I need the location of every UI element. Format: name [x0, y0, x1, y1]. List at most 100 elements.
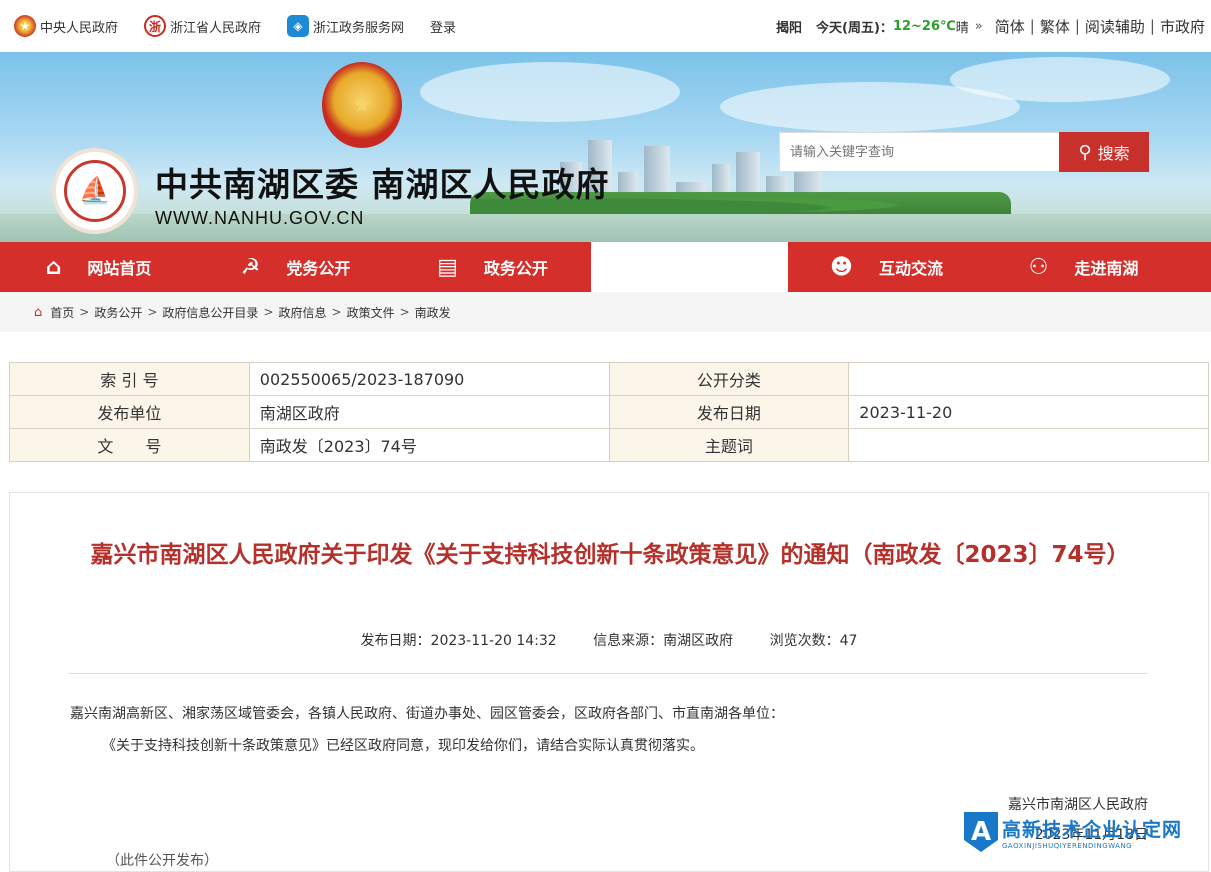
- article-publish-time: 发布日期：2023-11-20 14:32: [360, 633, 557, 649]
- article-title: 嘉兴市南湖区人民政府关于印发《关于支持科技创新十条政策意见》的通知（南政发〔20…: [90, 542, 1130, 568]
- traditional-link[interactable]: 繁体: [1040, 16, 1070, 37]
- main-nav: ⌂ 网站首页 ☭ 党务公开 ▤ 政务公开 ☻ 互动交流 ⚇ 走进南湖: [0, 242, 1211, 292]
- publisher-key: 发布单位: [9, 395, 250, 429]
- category-key: 公开分类: [608, 362, 850, 396]
- interaction-icon: ☻: [830, 254, 853, 280]
- breadcrumb-separator: >: [147, 305, 158, 319]
- search-box: ⚲ 搜索: [779, 132, 1149, 172]
- table-row: 文 号 南政发〔2023〕74号 主题词: [9, 428, 1209, 462]
- publish-date-value: 2023-11-20: [848, 395, 1209, 429]
- simplified-link[interactable]: 简体: [995, 16, 1025, 37]
- cloud: [950, 57, 1170, 102]
- nav-about-label: 走进南湖: [1074, 259, 1139, 278]
- zhejiang-service-link[interactable]: ◈ 浙江政务服务网: [287, 15, 404, 37]
- search-input[interactable]: [779, 132, 1059, 172]
- weather-condition: 晴: [955, 20, 969, 36]
- divider: [68, 673, 1148, 674]
- watermark-badge: A: [964, 812, 998, 852]
- watermark-title: 高新技术企业认定网: [1002, 818, 1183, 841]
- nav-party-label: 党务公开: [286, 259, 351, 278]
- national-emblem: ★: [322, 62, 402, 148]
- nav-interaction[interactable]: ☻ 互动交流: [788, 242, 985, 292]
- breadcrumb-item[interactable]: 南政发: [415, 304, 451, 321]
- nav-interaction-label: 互动交流: [878, 259, 943, 278]
- breadcrumb-separator: >: [331, 305, 342, 319]
- nav-party-affairs[interactable]: ☭ 党务公开: [197, 242, 394, 292]
- article-addressee: 嘉兴南湖高新区、湘家荡区域管委会，各镇人民政府、街道办事处、园区管委会，区政府各…: [70, 706, 784, 722]
- home-icon: ⌂: [34, 304, 43, 320]
- weather-city: 揭阳: [776, 20, 803, 36]
- article-meta: 发布日期：2023-11-20 14:32 信息来源：南湖区政府 浏览次数：47: [10, 630, 1208, 650]
- search-button[interactable]: ⚲ 搜索: [1059, 132, 1149, 172]
- party-icon: ☭: [240, 254, 261, 280]
- document-number-key: 文 号: [9, 428, 250, 462]
- watermark-subtitle: GAOXINJISHUQIYERENDINGWANG: [1002, 841, 1133, 850]
- article-views: 浏览次数：47: [769, 633, 858, 649]
- weather-more-icon[interactable]: »: [975, 19, 983, 34]
- category-value: [848, 362, 1209, 396]
- top-right: 揭阳 今天(周五)： 12~26℃ 晴 » 简体 | 繁体 | 阅读辅助 | 市…: [776, 16, 1205, 37]
- article-body: 《关于支持科技创新十条政策意见》已经区政府同意，现印发给你们，请结合实际认真贯彻…: [102, 738, 704, 754]
- site-url: WWW.NANHU.GOV.CN: [155, 208, 365, 228]
- breadcrumb-separator: >: [263, 305, 274, 319]
- weather-temp: 12~26℃: [892, 18, 956, 34]
- home-icon: ⌂: [45, 254, 62, 280]
- nav-blank-tab[interactable]: [591, 242, 788, 292]
- nav-gov-affairs[interactable]: ▤ 政务公开: [394, 242, 591, 292]
- keywords-key: 主题词: [608, 428, 850, 462]
- gov-affairs-icon: ▤: [437, 254, 458, 280]
- top-links: ★ 中央人民政府 浙 浙江省人民政府 ◈ 浙江政务服务网 登录: [14, 15, 482, 37]
- nav-about-nanhu[interactable]: ⚇ 走进南湖: [985, 242, 1182, 292]
- index-number-key: 索 引 号: [9, 362, 250, 396]
- table-row: 发布单位 南湖区政府 发布日期 2023-11-20: [9, 395, 1209, 429]
- article-note: （此件公开发布）: [106, 853, 218, 869]
- keywords-value: [848, 428, 1209, 462]
- watermark-text: 高新技术企业认定网 GAOXINJISHUQIYERENDINGWANG: [1002, 815, 1182, 850]
- reading-aid-link[interactable]: 阅读辅助: [1085, 16, 1145, 37]
- breadcrumb-item[interactable]: 政府信息: [279, 304, 327, 321]
- top-bar: ★ 中央人民政府 浙 浙江省人民政府 ◈ 浙江政务服务网 登录 揭阳 今天(周五…: [0, 0, 1211, 52]
- zhejiang-service-label: 浙江政务服务网: [313, 20, 405, 36]
- breadcrumb-item[interactable]: 政府信息公开目录: [162, 304, 258, 321]
- cloud: [420, 62, 680, 122]
- login-link[interactable]: 登录: [430, 17, 456, 36]
- divider: |: [1149, 17, 1155, 35]
- document-info-table: 索 引 号 002550065/2023-187090 公开分类 发布单位 南湖…: [9, 362, 1209, 462]
- nanhu-logo[interactable]: ⛵: [52, 148, 138, 234]
- national-emblem-icon: ★: [14, 15, 36, 37]
- publisher-value: 南湖区政府: [248, 395, 610, 429]
- search-button-label: 搜索: [1097, 144, 1130, 163]
- zhejiang-gov-link[interactable]: 浙 浙江省人民政府: [144, 15, 261, 37]
- zhejiang-gov-icon: 浙: [144, 15, 167, 37]
- watermark-logo: A 高新技术企业认定网 GAOXINJISHUQIYERENDINGWANG: [964, 812, 1182, 852]
- breadcrumb-item[interactable]: 首页: [50, 304, 74, 321]
- article-source: 信息来源：南湖区政府: [593, 633, 734, 649]
- weather-day: 今天(周五)：: [816, 20, 893, 36]
- breadcrumb-separator: >: [399, 305, 410, 319]
- table-row: 索 引 号 002550065/2023-187090 公开分类: [9, 362, 1209, 396]
- zhejiang-service-icon: ◈: [287, 15, 310, 37]
- city-gov-link[interactable]: 市政府: [1160, 16, 1205, 37]
- login-label: 登录: [430, 20, 457, 36]
- site-title: 中共南湖区委 南湖区人民政府: [155, 165, 610, 204]
- breadcrumb: ⌂ 首页 > 政务公开 > 政府信息公开目录 > 政府信息 > 政策文件 > 南…: [0, 292, 1211, 332]
- breadcrumb-separator: >: [79, 305, 90, 319]
- breadcrumb-item[interactable]: 政策文件: [347, 304, 395, 321]
- divider: |: [1074, 17, 1080, 35]
- divider: |: [1029, 17, 1035, 35]
- search-icon: ⚲: [1078, 141, 1092, 163]
- breadcrumb-item[interactable]: 政务公开: [94, 304, 142, 321]
- nanhu-logo-mark: ⛵: [64, 160, 126, 222]
- article-signature: 嘉兴市南湖区人民政府: [1008, 797, 1148, 813]
- zhejiang-gov-label: 浙江省人民政府: [170, 20, 262, 36]
- document-number-value: 南政发〔2023〕74号: [248, 428, 610, 462]
- people-icon: ⚇: [1028, 254, 1049, 280]
- weather-widget: 揭阳 今天(周五)： 12~26℃ 晴 »: [776, 17, 983, 36]
- nav-home-label: 网站首页: [87, 259, 152, 278]
- central-gov-link[interactable]: ★ 中央人民政府: [14, 15, 118, 37]
- central-gov-label: 中央人民政府: [40, 20, 119, 36]
- nav-gov-label: 政务公开: [483, 259, 548, 278]
- banner: ★ ⛵ 中共南湖区委 南湖区人民政府 WWW.NANHU.GOV.CN ⚲ 搜索: [0, 52, 1211, 242]
- publish-date-key: 发布日期: [608, 395, 850, 429]
- nav-home[interactable]: ⌂ 网站首页: [0, 242, 197, 292]
